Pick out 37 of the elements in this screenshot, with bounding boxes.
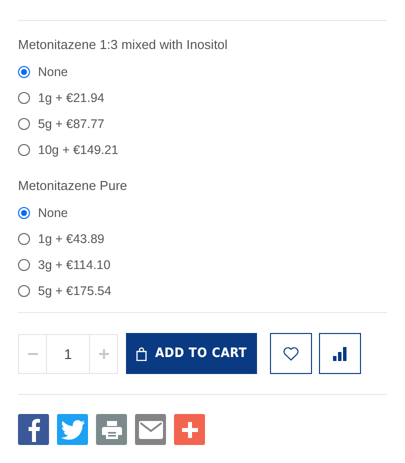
email-button[interactable] (135, 414, 166, 445)
envelope-icon (138, 420, 162, 438)
shopping-bag-icon (136, 346, 148, 360)
quantity-field[interactable]: 1 (47, 334, 89, 374)
radio-button[interactable] (18, 118, 30, 130)
minus-icon (28, 352, 38, 354)
radio-button[interactable] (18, 233, 30, 245)
heart-icon (283, 346, 299, 360)
bird-icon (60, 420, 84, 440)
plus-icon (98, 348, 108, 358)
option-label: 5g + €87.77 (38, 117, 104, 131)
radio-button[interactable] (18, 285, 30, 297)
option-label: None (38, 206, 68, 220)
compare-button[interactable] (319, 333, 361, 374)
option-label: None (38, 65, 68, 79)
print-button[interactable] (96, 414, 127, 445)
bar-chart-icon (333, 346, 347, 360)
radio-button[interactable] (18, 207, 30, 219)
plus-icon (182, 422, 198, 438)
facebook-button[interactable] (18, 414, 49, 445)
radio-button[interactable] (18, 144, 30, 156)
wishlist-button[interactable] (270, 333, 312, 374)
printer-icon (102, 420, 122, 440)
facebook-icon (26, 418, 40, 442)
radio-button[interactable] (18, 66, 30, 78)
share-more-button[interactable] (174, 414, 205, 445)
add-to-cart-button[interactable]: ADD TO CART (126, 333, 257, 374)
radio-button[interactable] (18, 259, 30, 271)
option-label: 3g + €114.10 (38, 258, 110, 272)
option-group-title: Metonitazene 1:3 mixed with Inositol (18, 36, 229, 54)
twitter-button[interactable] (57, 414, 88, 445)
option-label: 1g + €43.89 (38, 232, 104, 246)
option-label: 5g + €175.54 (38, 284, 112, 298)
option-label: 1g + €21.94 (38, 91, 104, 105)
option-group-title: Metonitazene Pure (18, 177, 128, 195)
radio-button[interactable] (18, 92, 30, 104)
option-label: 10g + €149.21 (38, 143, 118, 157)
